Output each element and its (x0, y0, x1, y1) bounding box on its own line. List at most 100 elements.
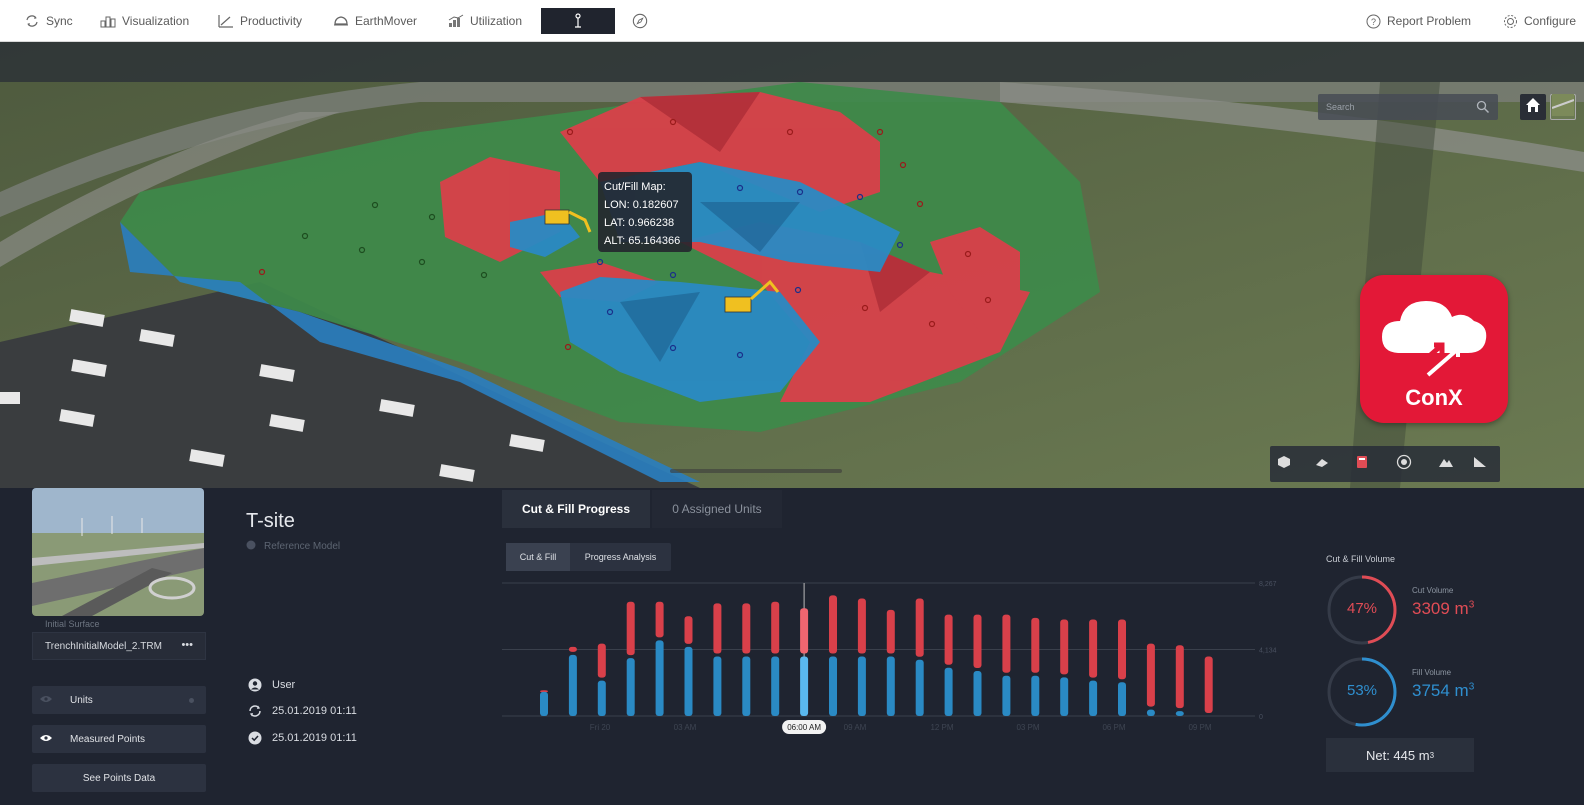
fill-bar (1002, 675, 1011, 716)
cut-volume-label: Cut Volume (1412, 586, 1454, 595)
initial-surface-field[interactable]: TrenchInitialModel_2.TRM ••• (32, 632, 206, 660)
search-icon[interactable] (1476, 100, 1490, 114)
nav-visualization[interactable]: Visualization (100, 10, 189, 32)
panel-tabs: Cut & Fill Progress 0 Assigned Units (502, 490, 1272, 528)
fill-bar (1175, 711, 1184, 716)
nav-sync[interactable]: Sync (24, 10, 73, 32)
tooltip-title: Cut/Fill Map: (604, 181, 666, 193)
cut-bar (1002, 614, 1011, 673)
fill-bar (742, 656, 751, 716)
initial-surface-value: TrenchInitialModel_2.TRM (45, 641, 162, 652)
cube-icon (1277, 455, 1291, 474)
map-toolbar-strip (0, 42, 1584, 82)
reference-model-row[interactable]: Reference Model (246, 540, 340, 553)
target-icon (1396, 454, 1412, 475)
units-label: Units (70, 694, 93, 706)
nav-compass[interactable] (632, 10, 648, 32)
cut-bar (771, 601, 780, 654)
layer-tool-button[interactable] (1272, 453, 1296, 475)
more-options-icon[interactable]: ••• (181, 639, 193, 651)
nav-utilization-label: Utilization (470, 14, 523, 28)
see-points-data-button[interactable]: See Points Data (32, 764, 206, 792)
productivity-icon (218, 13, 234, 29)
visualization-icon (100, 13, 116, 29)
measured-points-label: Measured Points (70, 733, 146, 745)
svg-text:?: ? (1370, 17, 1375, 27)
cut-bar (1175, 645, 1184, 709)
y-tick-label: 0 (1259, 714, 1263, 721)
site-thumbnail-image (32, 488, 204, 616)
cut-fill-tooltip: Cut/Fill Map: LON: 0.182607 LAT: 0.96623… (598, 172, 692, 252)
fill-volume-unit: 3 (1468, 681, 1475, 693)
map-scroll-indicator[interactable] (670, 469, 842, 473)
tab-cut-fill-progress[interactable]: Cut & Fill Progress (502, 490, 650, 528)
map-view[interactable]: Cut/Fill Map: LON: 0.182607 LAT: 0.96623… (0, 42, 1584, 488)
units-button[interactable]: Units (32, 686, 206, 714)
user-label: User (272, 679, 296, 691)
check-circle-icon (248, 731, 262, 745)
fill-bar (1089, 680, 1098, 716)
nav-utilization[interactable]: Utilization (448, 10, 522, 32)
eraser-tool-button[interactable] (1310, 453, 1334, 475)
nav-productivity-label: Productivity (240, 14, 303, 28)
reference-model-label: Reference Model (264, 541, 341, 552)
help-icon: ? (1365, 13, 1381, 29)
report-problem-label: Report Problem (1387, 14, 1472, 28)
cloud-sync-icon (1382, 301, 1487, 377)
tooltip-lon: LON: 0.182607 (604, 199, 679, 211)
cut-fill-bar-chart: 0 4,134 8,267 Fri 20 03 AM 06:00 AM 09 AM 12 PM… (502, 581, 1277, 734)
map-search-input[interactable] (1326, 98, 1466, 116)
fill-bar (800, 656, 809, 716)
refresh-icon (248, 704, 262, 718)
slope-tool-button[interactable] (1468, 453, 1492, 475)
cut-bar (1060, 619, 1069, 675)
nav-productivity[interactable]: Productivity (218, 10, 302, 32)
nav-sync-label: Sync (46, 14, 73, 28)
completed-date-row: 25.01.2019 01:11 (248, 731, 357, 745)
cut-fill-tool-button[interactable] (1350, 453, 1374, 475)
map-tools-bar (1270, 446, 1500, 482)
slope-icon (1473, 455, 1487, 473)
cut-bar (1118, 619, 1126, 680)
measured-points-button[interactable]: Measured Points (32, 725, 206, 753)
fill-bar (597, 680, 606, 716)
report-problem-link[interactable]: ? Report Problem (1365, 10, 1471, 32)
fill-bar (944, 667, 953, 716)
model-icon (246, 540, 256, 553)
subtab-progress-analysis[interactable]: Progress Analysis (570, 543, 671, 571)
fill-volume-value: 3754 m3 (1412, 681, 1474, 701)
nav-survey-active[interactable] (541, 8, 615, 34)
eraser-icon (1314, 455, 1330, 474)
calculator-icon (1356, 455, 1368, 474)
terrain-tool-button[interactable] (1434, 453, 1458, 475)
fill-bar (771, 656, 780, 716)
sync-icon (24, 13, 40, 29)
map-search-box[interactable] (1318, 94, 1498, 120)
compass-icon (632, 13, 648, 29)
eye-icon (40, 734, 54, 745)
fill-bar (1031, 675, 1040, 716)
configure-link[interactable]: Configure (1502, 10, 1576, 32)
gear-icon (1502, 13, 1518, 29)
earthmover-icon (333, 13, 349, 29)
basemap-toggle-button[interactable] (1550, 93, 1576, 120)
net-volume-unit: 3 (1429, 750, 1435, 760)
nav-earthmover[interactable]: EarthMover (333, 10, 417, 32)
conx-logo: ConX (1360, 275, 1508, 423)
x-tick-label: 06 PM (1102, 723, 1125, 732)
synced-date: 25.01.2019 01:11 (272, 705, 357, 717)
tab-assigned-units[interactable]: 0 Assigned Units (652, 490, 782, 528)
fill-bar (655, 640, 664, 716)
chart-subtabs: Cut & Fill Progress Analysis (506, 543, 671, 571)
fill-bar (886, 656, 895, 716)
cut-bar (944, 614, 953, 665)
site-details-panel: Initial Surface TrenchInitialModel_2.TRM… (0, 488, 1584, 805)
target-tool-button[interactable] (1392, 453, 1416, 475)
fill-bar (626, 658, 635, 716)
cut-bar (1146, 643, 1155, 707)
cut-volume-unit: 3 (1468, 599, 1475, 611)
home-view-button[interactable] (1520, 94, 1546, 120)
subtab-cut-fill[interactable]: Cut & Fill (506, 543, 570, 571)
units-status-dot (189, 697, 194, 703)
cut-bar (1031, 617, 1040, 673)
